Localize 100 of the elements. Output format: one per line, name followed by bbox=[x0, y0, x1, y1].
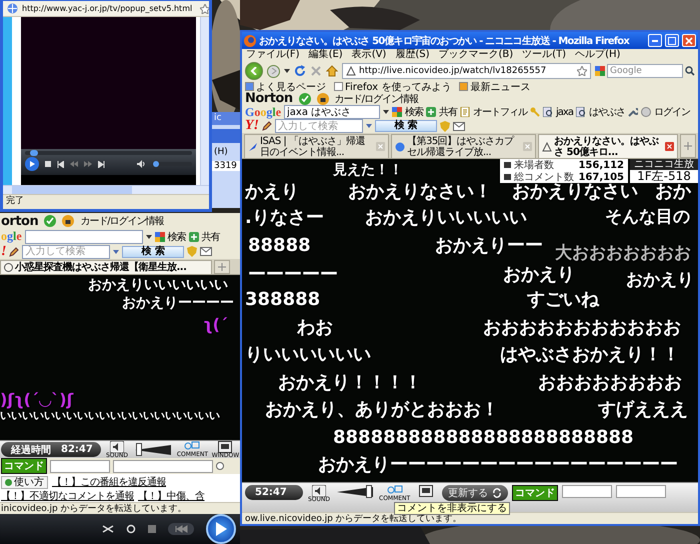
star-icon bbox=[577, 66, 587, 76]
update-button[interactable]: 更新する bbox=[442, 485, 508, 501]
norton-logo[interactable]: Norton bbox=[245, 91, 293, 106]
mail-icon[interactable] bbox=[453, 122, 465, 130]
menu-item[interactable]: ブックマーク(B) bbox=[438, 49, 514, 61]
comment-text: おかえり！！！！ bbox=[278, 374, 422, 392]
command-field[interactable] bbox=[50, 460, 110, 472]
bookmark-item[interactable]: よく見るページ bbox=[245, 80, 326, 94]
caret-icon bbox=[113, 248, 120, 254]
google-logo[interactable]: Google bbox=[245, 104, 282, 120]
volume-thumb[interactable] bbox=[152, 161, 159, 167]
menu-item[interactable]: ヘルプ(H) bbox=[575, 49, 620, 61]
previous-icon[interactable] bbox=[168, 523, 194, 535]
speaker-icon[interactable] bbox=[110, 440, 124, 452]
close-button[interactable] bbox=[682, 34, 696, 47]
mail-icon[interactable] bbox=[200, 247, 212, 256]
comment-field[interactable] bbox=[616, 485, 666, 498]
report-link[interactable]: 【！】不適切なコメントを通報 bbox=[1, 489, 134, 503]
browser-tab[interactable]: 【第35回】はやぶさカプセル帰還ライブ放... bbox=[391, 134, 536, 158]
slider-thumb[interactable] bbox=[136, 443, 142, 456]
norton-logo[interactable]: orton bbox=[1, 214, 38, 228]
bookmark-item[interactable]: Firefox を使ってみよう bbox=[334, 80, 452, 94]
menu-item[interactable]: ツール(T) bbox=[522, 49, 566, 61]
toolbar-item[interactable]: 共有 bbox=[202, 230, 220, 244]
menu-item[interactable]: ファイル(F) bbox=[246, 49, 300, 61]
forward-button[interactable] bbox=[267, 64, 280, 78]
horizontal-scrollbar[interactable] bbox=[3, 185, 209, 194]
search-button[interactable]: 検 索 bbox=[122, 246, 184, 258]
browser-tab[interactable]: 小惑星探査機はやぶさ帰還【衛星生放... bbox=[0, 260, 212, 274]
channel-name: ニコニコ生放 bbox=[630, 159, 698, 170]
toolbar-item[interactable]: 検索 bbox=[168, 230, 186, 244]
comment-text: おおおおおおおお bbox=[538, 374, 682, 392]
new-tab-button[interactable] bbox=[680, 134, 696, 158]
comment-text: おかえり bbox=[503, 266, 575, 284]
comment-text: いいいいいいいいいいいいいいいいいいいい bbox=[0, 410, 220, 421]
report-link[interactable]: 【！】中傷、含 bbox=[138, 489, 204, 503]
card-login-menu[interactable]: カード/ログイン情報 bbox=[334, 92, 418, 106]
window-title: おかえりなさい。はやぶさ 50億キロ宇宙のおつかい - ニコニコ生放送 - Mozilla Firefox bbox=[259, 34, 630, 48]
command-field[interactable] bbox=[562, 485, 612, 498]
field-text: 3319 bbox=[212, 161, 240, 171]
window-icon[interactable] bbox=[218, 440, 232, 452]
toolbar-item[interactable]: jaxa bbox=[556, 106, 573, 118]
bookmark-item[interactable]: 最新ニュース bbox=[459, 80, 530, 94]
maximize-button[interactable] bbox=[665, 34, 679, 47]
card-login-menu[interactable]: カード/ログイン情報 bbox=[80, 214, 164, 228]
play-icon[interactable] bbox=[25, 157, 39, 171]
menu-item[interactable]: 編集(E) bbox=[308, 49, 343, 61]
menu-item[interactable]: 表示(V) bbox=[352, 49, 386, 61]
toolbar-item[interactable]: 共有 bbox=[439, 105, 458, 119]
query-field[interactable]: jaxa はやぶさ bbox=[284, 105, 380, 119]
google-logo[interactable]: ogle bbox=[1, 229, 22, 244]
query-field[interactable] bbox=[24, 230, 143, 244]
minimize-button[interactable] bbox=[648, 34, 662, 47]
comment-icon[interactable] bbox=[184, 441, 200, 452]
rewind-icon[interactable] bbox=[70, 161, 78, 167]
home-icon[interactable] bbox=[326, 65, 338, 77]
toolbar-item[interactable]: 検索 bbox=[405, 105, 424, 119]
seek-thumb[interactable] bbox=[30, 150, 38, 156]
seat-text: 1F左-518 bbox=[636, 170, 692, 183]
address-field[interactable]: http://live.nicovideo.jp/watch/lv18265557 bbox=[342, 63, 591, 79]
command-label: コマンド bbox=[512, 485, 558, 501]
play-button[interactable] bbox=[206, 514, 236, 544]
browser-tab[interactable]: おかえりなさい。はやぶさ 50億キロ... bbox=[538, 134, 678, 158]
report-link[interactable]: 【！】この番組を違反通報 bbox=[52, 475, 166, 489]
yahoo-logo[interactable]: Y! bbox=[245, 118, 259, 134]
reload-icon[interactable] bbox=[294, 65, 306, 77]
repeat-icon[interactable] bbox=[126, 524, 136, 534]
search-field[interactable]: 入力して検索 bbox=[275, 119, 363, 133]
info-icon bbox=[5, 478, 12, 486]
check-icon[interactable] bbox=[44, 215, 56, 227]
previous-icon[interactable] bbox=[57, 160, 64, 168]
toolbar-item[interactable]: ログイン bbox=[654, 105, 690, 119]
comment-icon[interactable] bbox=[386, 485, 403, 496]
comment-field[interactable] bbox=[113, 460, 213, 472]
shuffle-icon[interactable] bbox=[102, 524, 114, 534]
minimize-icon bbox=[652, 40, 658, 42]
fast-forward-icon[interactable] bbox=[84, 161, 92, 167]
toolbar-item[interactable]: オートフィル bbox=[473, 105, 528, 119]
browser-tab[interactable]: ISAS | 「はやぶさ」帰還日のイベント情報... bbox=[244, 134, 389, 158]
yahoo-logo[interactable]: ! bbox=[1, 244, 6, 260]
vertical-scrollbar[interactable] bbox=[200, 17, 209, 185]
toolbar-item[interactable]: はやぶさ bbox=[588, 105, 625, 119]
back-button[interactable] bbox=[245, 62, 263, 80]
pencil-icon[interactable] bbox=[9, 246, 20, 256]
window-icon[interactable] bbox=[419, 485, 434, 497]
slider-thumb[interactable] bbox=[366, 485, 372, 498]
search-field[interactable]: Google bbox=[607, 64, 683, 78]
volume-slider[interactable] bbox=[133, 443, 173, 456]
close-icon[interactable] bbox=[665, 142, 674, 151]
search-field[interactable]: 入力して検索 bbox=[22, 244, 110, 258]
pencil-icon[interactable] bbox=[262, 121, 272, 131]
search-button[interactable]: 検 索 bbox=[375, 120, 437, 132]
radio-icon[interactable] bbox=[216, 462, 224, 470]
speaker-icon[interactable] bbox=[137, 160, 146, 168]
new-tab-button[interactable] bbox=[214, 260, 230, 274]
menu-item[interactable]: 履歴(S) bbox=[395, 49, 430, 61]
next-icon[interactable] bbox=[98, 160, 105, 168]
help-button[interactable]: 使い方 bbox=[1, 476, 48, 488]
check-icon[interactable] bbox=[298, 92, 311, 104]
speaker-icon[interactable] bbox=[312, 485, 326, 497]
